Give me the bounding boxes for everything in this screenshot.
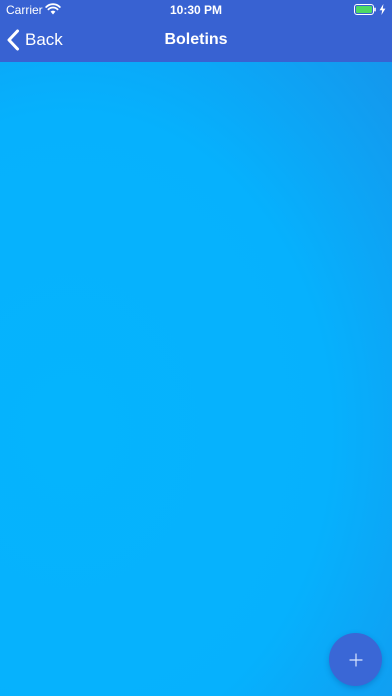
top-bar: Carrier 10:30 PM Back Boletins — [0, 0, 392, 62]
status-time: 10:30 PM — [169, 3, 223, 17]
add-button[interactable] — [329, 633, 382, 686]
charging-bolt-icon — [379, 4, 386, 15]
battery-icon — [354, 4, 376, 15]
content-area — [0, 62, 392, 696]
navigation-bar: Back Boletins — [0, 20, 392, 62]
app-screen: Carrier 10:30 PM Back Boletins — [0, 0, 392, 696]
page-title: Boletins — [164, 31, 228, 48]
status-bar: Carrier 10:30 PM — [0, 0, 392, 20]
plus-icon — [348, 652, 363, 667]
